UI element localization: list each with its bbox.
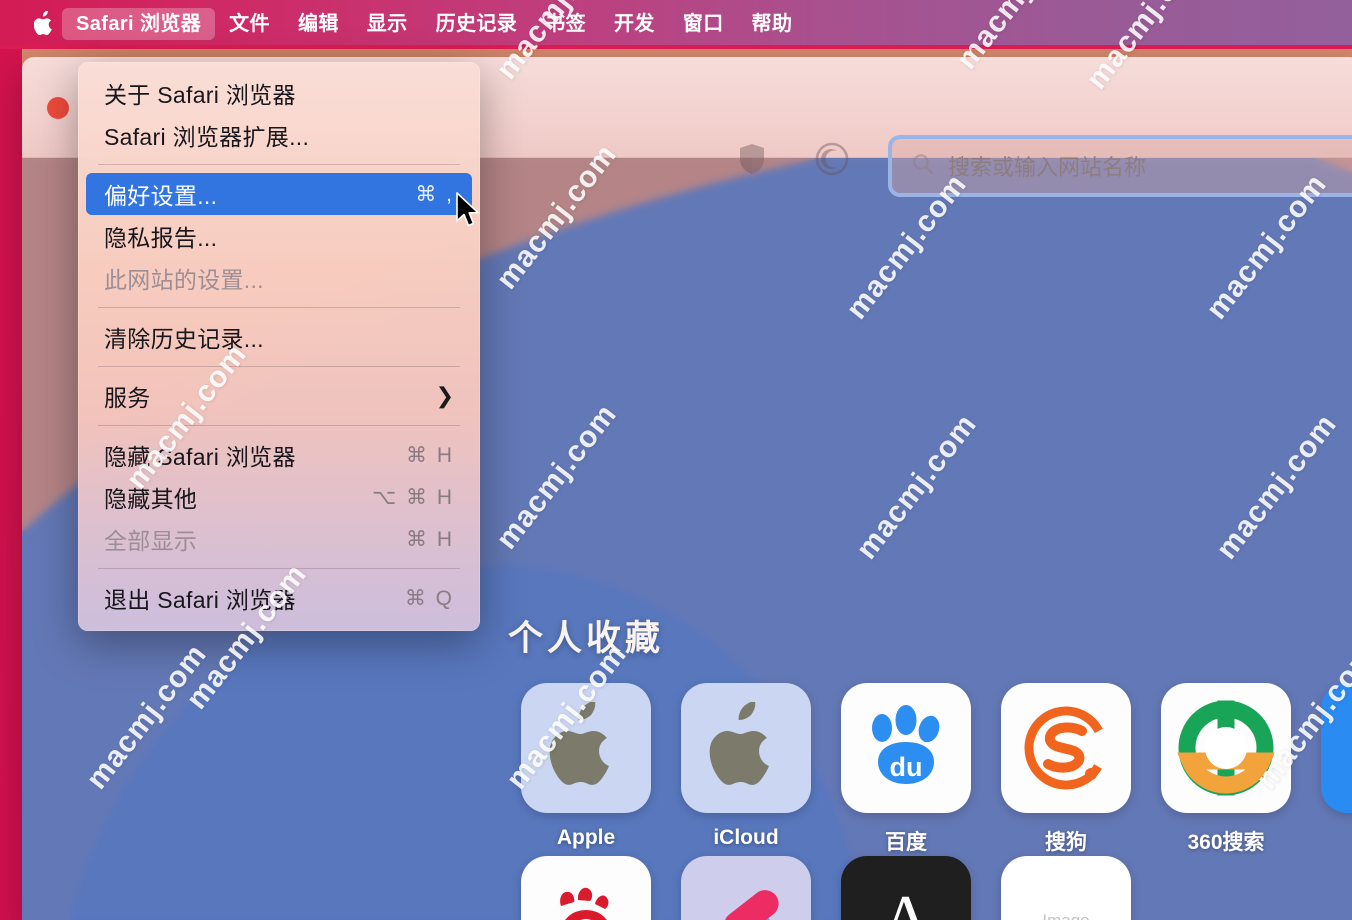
menu-separator xyxy=(98,568,460,569)
menu-edit[interactable]: 编辑 xyxy=(284,8,353,40)
window-traffic-lights[interactable] xyxy=(47,97,69,119)
menu-item-services[interactable]: 服务 ❯ xyxy=(86,375,472,417)
safari-app-menu-dropdown: 关于 Safari 浏览器 Safari 浏览器扩展... 偏好设置... ⌘ … xyxy=(78,62,480,631)
sina-weibo-eye-icon xyxy=(521,856,651,920)
address-search-field[interactable]: 搜索或输入网站名称 xyxy=(888,135,1352,197)
menu-item-shortcut: ⌘ Q xyxy=(404,586,454,610)
privacy-shield-icon[interactable] xyxy=(732,139,772,179)
menu-item-shortcut: ⌘ H xyxy=(406,527,454,551)
favorites-grid: Apple iCloud du 百度 搜狗 360搜索 xyxy=(506,683,1352,920)
favorite-tile-image-placeholder[interactable]: Image xyxy=(986,856,1146,920)
menu-item-label: Safari 浏览器扩展... xyxy=(104,124,310,150)
favorite-tile-xiaomi[interactable]: 小 xyxy=(1306,683,1352,856)
xiaomi-icon: 小 xyxy=(1321,683,1352,813)
apple-logo-icon[interactable] xyxy=(28,10,62,37)
image-placeholder-label: Image xyxy=(1042,911,1089,920)
favorite-tile-label: 搜狗 xyxy=(1045,831,1087,854)
menu-item-settings-for-this-website: 此网站的设置... xyxy=(86,257,472,299)
search-icon xyxy=(912,153,934,180)
menu-bookmarks[interactable]: 书签 xyxy=(531,8,600,40)
menu-item-label: 全部显示 xyxy=(104,528,198,554)
letter-a-glyph: A xyxy=(881,886,932,920)
menu-item-label: 隐私报告... xyxy=(104,225,218,251)
menu-separator xyxy=(98,164,460,165)
menu-item-label: 偏好设置... xyxy=(104,183,218,209)
menu-item-label: 关于 Safari 浏览器 xyxy=(104,82,296,108)
menu-separator xyxy=(98,425,460,426)
menu-item-about-safari[interactable]: 关于 Safari 浏览器 xyxy=(86,72,472,114)
address-field-placeholder: 搜索或输入网站名称 xyxy=(948,155,1147,180)
menu-develop[interactable]: 开发 xyxy=(600,8,669,40)
menu-separator xyxy=(98,307,460,308)
menu-item-clear-history[interactable]: 清除历史记录... xyxy=(86,316,472,358)
favorite-tile-apple[interactable]: Apple xyxy=(506,683,666,856)
menu-item-quit-safari[interactable]: 退出 Safari 浏览器 ⌘ Q xyxy=(86,577,472,619)
reader-moon-icon[interactable] xyxy=(812,139,852,179)
favorite-tile-label: 360搜索 xyxy=(1187,831,1265,854)
letter-a-icon: A xyxy=(841,856,971,920)
chevron-right-icon: ❯ xyxy=(435,383,454,408)
menu-item-hide-others[interactable]: 隐藏其他 ⌥ ⌘ H xyxy=(86,476,472,518)
menu-view[interactable]: 显示 xyxy=(353,8,422,40)
menu-item-preferences[interactable]: 偏好设置... ⌘ , xyxy=(86,173,472,215)
wallpaper-crimson-edge xyxy=(0,0,22,920)
svg-text:du: du xyxy=(890,752,923,782)
sogou-s-icon xyxy=(1001,683,1131,813)
menu-item-shortcut: ⌘ H xyxy=(406,443,454,467)
favorite-tile-label: iCloud xyxy=(713,826,779,849)
menu-item-label: 服务 xyxy=(104,385,151,411)
baidu-paw-icon: du xyxy=(841,683,971,813)
favorite-tile-baidu[interactable]: du 百度 xyxy=(826,683,986,856)
favorite-tile-weibo[interactable] xyxy=(506,856,666,920)
menu-item-shortcut: ⌘ , xyxy=(415,182,454,206)
menu-history[interactable]: 历史记录 xyxy=(422,8,532,40)
menu-item-safari-extensions[interactable]: Safari 浏览器扩展... xyxy=(86,114,472,156)
pink-capsule-icon xyxy=(681,856,811,920)
menu-item-label: 此网站的设置... xyxy=(104,267,264,293)
macos-menu-bar: Safari 浏览器 文件 编辑 显示 历史记录 书签 开发 窗口 帮助 xyxy=(0,0,1352,47)
favorite-tile-letter-a[interactable]: A xyxy=(826,856,986,920)
favorite-tile-label: 百度 xyxy=(885,831,927,854)
menu-file[interactable]: 文件 xyxy=(215,8,284,40)
favorite-tile-pink-app[interactable] xyxy=(666,856,826,920)
menubar-accent-line xyxy=(0,45,1352,49)
menu-safari[interactable]: Safari 浏览器 xyxy=(62,7,216,40)
menu-item-label: 隐藏 Safari 浏览器 xyxy=(104,444,296,470)
favorite-tile-360search[interactable]: 360搜索 xyxy=(1146,683,1306,856)
menu-item-show-all: 全部显示 ⌘ H xyxy=(86,518,472,560)
image-placeholder-icon: Image xyxy=(1001,856,1131,920)
favorites-heading: 个人收藏 xyxy=(508,619,665,658)
apple-logo-icon xyxy=(521,683,651,813)
menu-item-label: 隐藏其他 xyxy=(104,486,198,512)
menu-help[interactable]: 帮助 xyxy=(738,8,807,40)
apple-logo-icon xyxy=(681,683,811,813)
menu-separator xyxy=(98,366,460,367)
toolbar-icon-group xyxy=(732,139,852,179)
close-window-button[interactable] xyxy=(47,97,69,119)
favorite-tile-icloud[interactable]: iCloud xyxy=(666,683,826,856)
favorite-tile-label: Apple xyxy=(556,826,616,849)
menu-item-label: 清除历史记录... xyxy=(104,326,264,352)
menu-item-label: 退出 Safari 浏览器 xyxy=(104,587,296,613)
favorite-tile-sogou[interactable]: 搜狗 xyxy=(986,683,1146,856)
menu-item-hide-safari[interactable]: 隐藏 Safari 浏览器 ⌘ H xyxy=(86,434,472,476)
menu-item-privacy-report[interactable]: 隐私报告... xyxy=(86,215,472,257)
menu-window[interactable]: 窗口 xyxy=(669,8,738,40)
menu-item-shortcut: ⌥ ⌘ H xyxy=(371,485,454,509)
so360-ring-icon xyxy=(1161,683,1291,813)
